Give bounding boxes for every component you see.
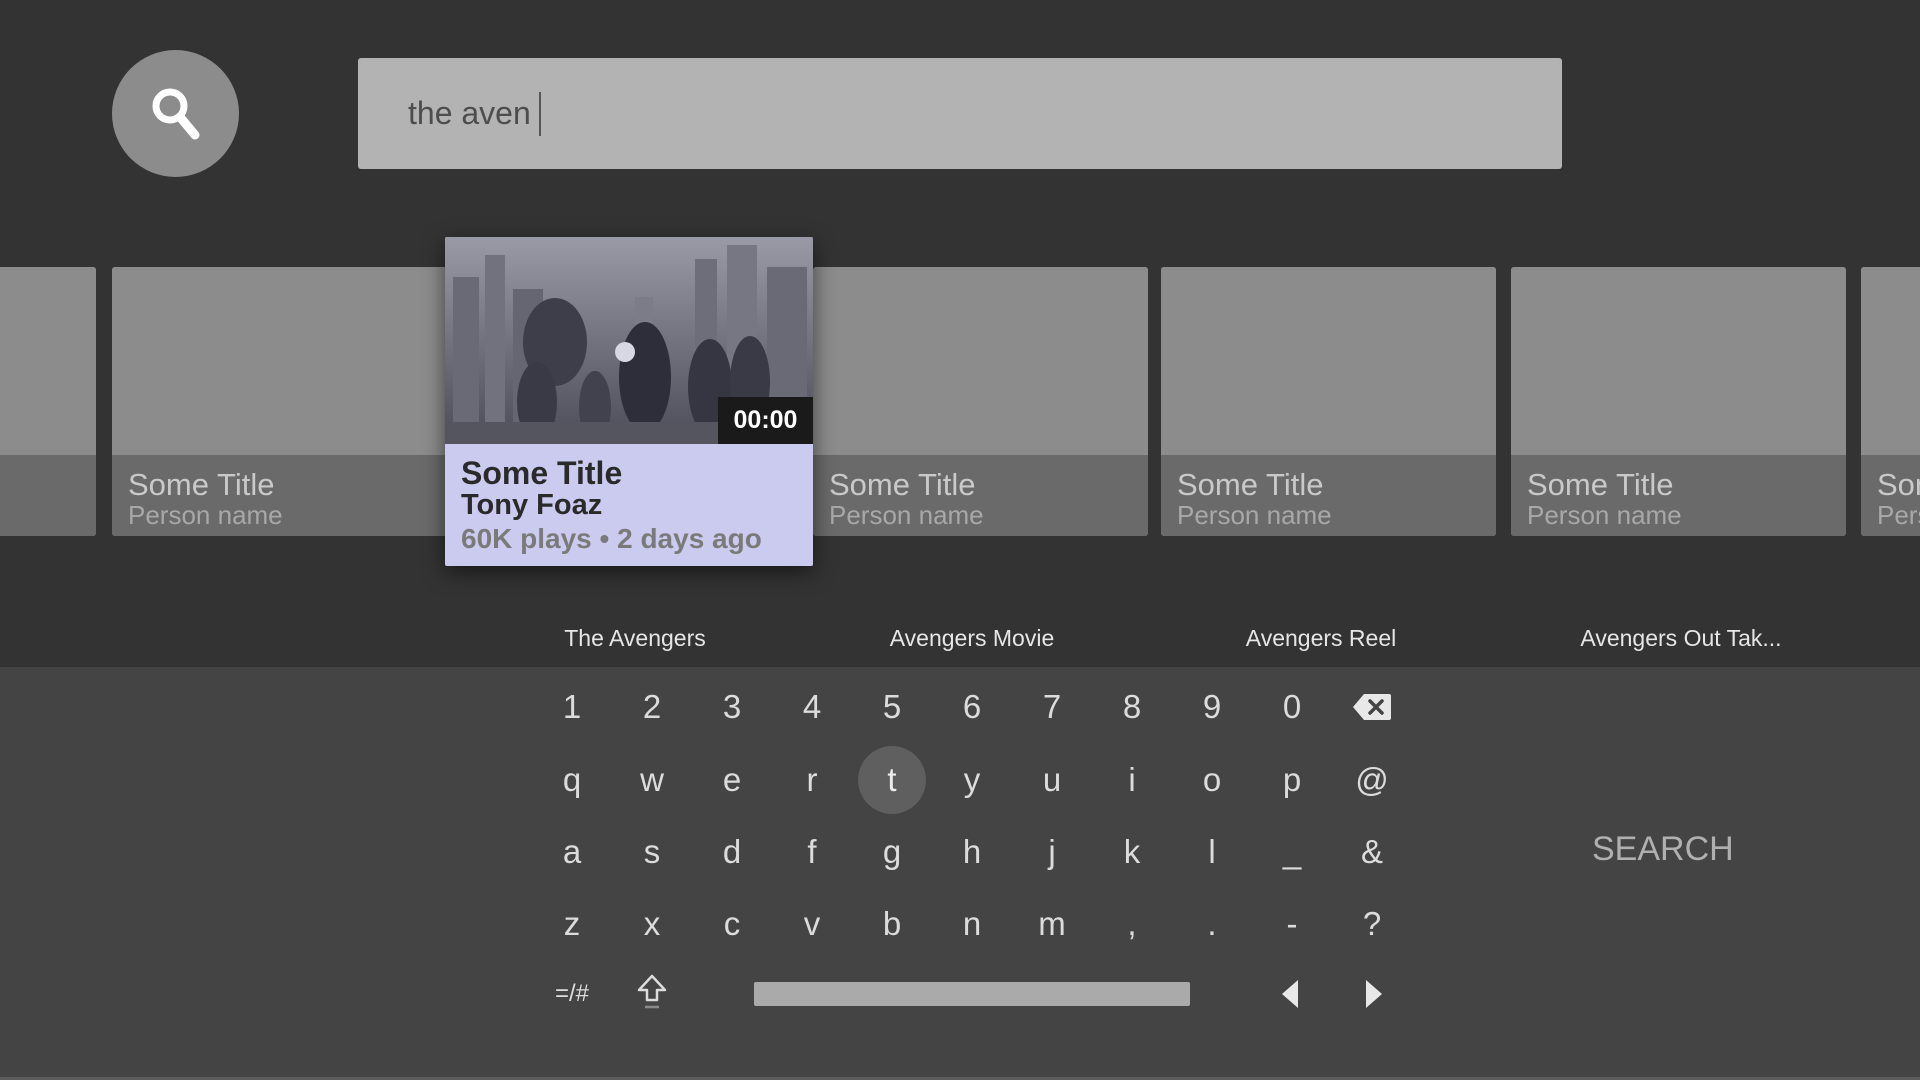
key-n[interactable]: n — [938, 890, 1006, 958]
card-person: Person name — [829, 500, 984, 530]
result-card[interactable]: Some Title Person name — [813, 267, 1148, 536]
result-card[interactable]: Some Title Person name — [112, 267, 447, 536]
card-info: Some Title Person name — [1861, 455, 1920, 536]
key-g[interactable]: g — [858, 818, 926, 886]
key-5[interactable]: 5 — [858, 673, 926, 741]
key-t[interactable]: t — [858, 746, 926, 814]
card-title: Some Title — [829, 467, 976, 502]
key-p[interactable]: p — [1258, 746, 1326, 814]
card-thumbnail — [1861, 267, 1920, 455]
key-9[interactable]: 9 — [1178, 673, 1246, 741]
key-hyphen[interactable]: - — [1258, 890, 1326, 958]
key-m[interactable]: m — [1018, 890, 1086, 958]
key-z[interactable]: z — [538, 890, 606, 958]
search-query: the aven — [408, 95, 531, 131]
search-button[interactable] — [112, 50, 239, 177]
shift-key[interactable] — [618, 958, 686, 1026]
card-title: Some Title — [1527, 467, 1674, 502]
key-u[interactable]: u — [1018, 746, 1086, 814]
card-info: Some Title Person name — [1161, 455, 1496, 536]
backspace-icon — [1353, 694, 1391, 720]
card-thumbnail — [1511, 267, 1846, 455]
suggestion-item[interactable]: Avengers Reel — [1246, 612, 1396, 667]
search-icon — [152, 88, 199, 139]
cursor-right-key[interactable] — [1340, 960, 1408, 1028]
key-at[interactable]: @ — [1338, 746, 1406, 814]
key-4[interactable]: 4 — [778, 673, 846, 741]
space-bar-key[interactable] — [754, 982, 1190, 1006]
key-1[interactable]: 1 — [538, 673, 606, 741]
card-info: Some Title Person name — [813, 455, 1148, 536]
card-person: Person name — [1877, 500, 1920, 530]
key-i[interactable]: i — [1098, 746, 1166, 814]
card-info — [0, 455, 96, 536]
card-info: Some Title Person name — [1511, 455, 1846, 536]
result-card[interactable]: Some Title Person name — [1861, 267, 1920, 536]
key-6[interactable]: 6 — [938, 673, 1006, 741]
suggestion-item[interactable]: Avengers Movie — [890, 612, 1055, 667]
suggestion-item[interactable]: The Avengers — [564, 612, 706, 667]
card-person: Person name — [128, 500, 283, 530]
key-k[interactable]: k — [1098, 818, 1166, 886]
card-title: Some Title — [1177, 467, 1324, 502]
key-o[interactable]: o — [1178, 746, 1246, 814]
key-y[interactable]: y — [938, 746, 1006, 814]
key-7[interactable]: 7 — [1018, 673, 1086, 741]
card-thumbnail — [813, 267, 1148, 455]
key-a[interactable]: a — [538, 818, 606, 886]
key-l[interactable]: l — [1178, 818, 1246, 886]
card-info: Some Title Person name — [112, 455, 447, 536]
card-thumbnail — [0, 267, 96, 455]
key-underscore[interactable]: _ — [1258, 818, 1326, 886]
key-8[interactable]: 8 — [1098, 673, 1166, 741]
key-s[interactable]: s — [618, 818, 686, 886]
key-c[interactable]: c — [698, 890, 766, 958]
shift-icon — [637, 974, 667, 1009]
card-thumbnail: 00:00 — [445, 237, 813, 444]
arrow-left-icon — [1282, 980, 1298, 1008]
symbols-key[interactable]: =/# — [538, 960, 606, 1028]
card-person: Person name — [1177, 500, 1332, 530]
key-ampersand[interactable]: & — [1338, 818, 1406, 886]
key-v[interactable]: v — [778, 890, 846, 958]
focused-result-card[interactable]: 00:00 Some Title Tony Foaz 60K plays • 2… — [445, 237, 813, 566]
card-title: Some Title — [128, 467, 275, 502]
key-w[interactable]: w — [618, 746, 686, 814]
key-e[interactable]: e — [698, 746, 766, 814]
key-period[interactable]: . — [1178, 890, 1246, 958]
key-x[interactable]: x — [618, 890, 686, 958]
key-r[interactable]: r — [778, 746, 846, 814]
suggestion-item[interactable]: Avengers Out Tak... — [1580, 612, 1781, 667]
result-card[interactable] — [0, 267, 96, 536]
arrow-right-icon — [1366, 980, 1382, 1008]
card-title: Some Title — [461, 455, 623, 491]
key-j[interactable]: j — [1018, 818, 1086, 886]
key-q[interactable]: q — [538, 746, 606, 814]
result-card[interactable]: Some Title Person name — [1161, 267, 1496, 536]
key-2[interactable]: 2 — [618, 673, 686, 741]
card-info: Some Title Tony Foaz 60K plays • 2 days … — [445, 444, 813, 556]
cursor-left-key[interactable] — [1256, 960, 1324, 1028]
key-0[interactable]: 0 — [1258, 673, 1326, 741]
key-question[interactable]: ? — [1338, 890, 1406, 958]
key-h[interactable]: h — [938, 818, 1006, 886]
key-f[interactable]: f — [778, 818, 846, 886]
result-card[interactable]: Some Title Person name — [1511, 267, 1846, 536]
search-submit-button[interactable]: SEARCH — [1592, 830, 1734, 869]
key-comma[interactable]: , — [1098, 890, 1166, 958]
backspace-key[interactable] — [1338, 673, 1406, 741]
key-b[interactable]: b — [858, 890, 926, 958]
card-thumbnail — [1161, 267, 1496, 455]
key-d[interactable]: d — [698, 818, 766, 886]
search-input[interactable]: the aven — [358, 58, 1562, 169]
duration-badge: 00:00 — [718, 397, 813, 444]
text-cursor — [538, 91, 541, 136]
card-person: Person name — [1527, 500, 1682, 530]
card-title: Some Title — [1877, 467, 1920, 502]
key-3[interactable]: 3 — [698, 673, 766, 741]
card-thumbnail — [112, 267, 447, 455]
card-meta: 60K plays • 2 days ago — [461, 523, 762, 554]
card-person: Tony Foaz — [461, 489, 603, 521]
